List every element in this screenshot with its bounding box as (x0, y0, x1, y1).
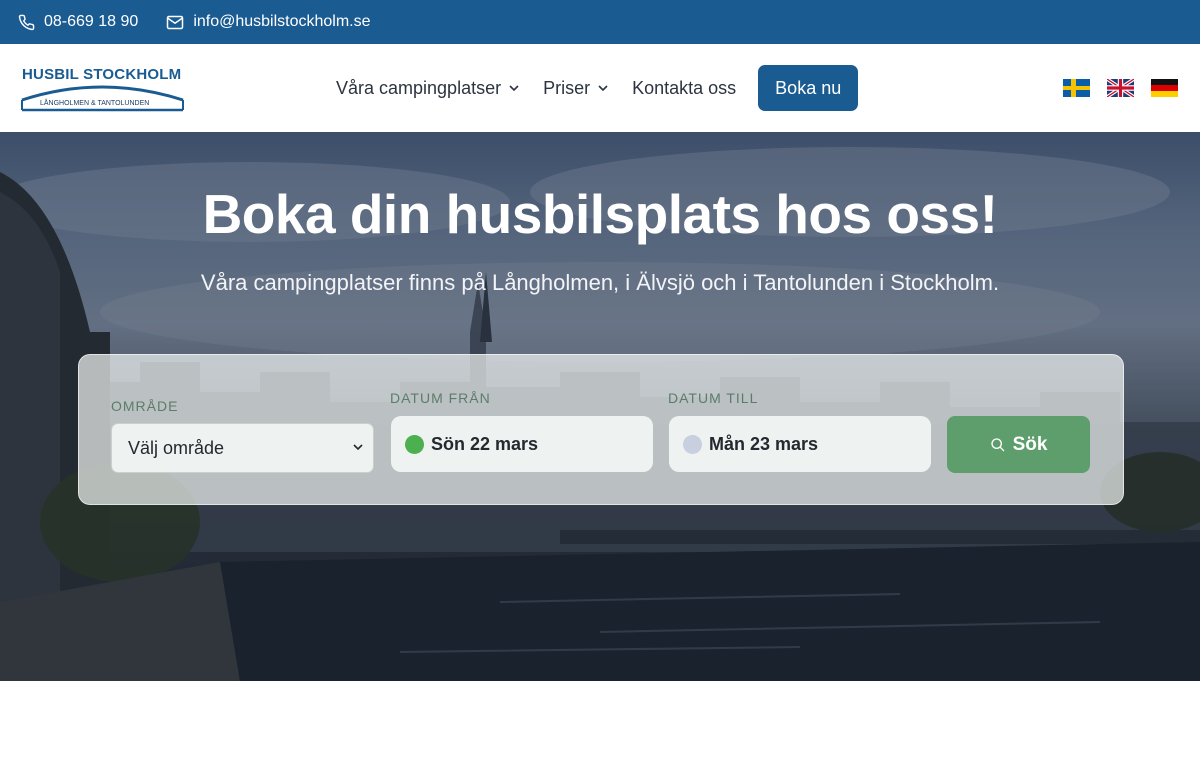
bridge-logo-icon (21, 85, 184, 112)
area-select-value: Välj område (128, 437, 225, 458)
phone-link[interactable]: 08-669 18 90 (18, 13, 138, 31)
start-date-dot-icon (405, 434, 424, 454)
search-icon (990, 437, 1005, 451)
area-label: OMRÅDE (111, 398, 179, 414)
hero-subtitle: Våra campingplatser finns på Långholmen,… (200, 270, 1000, 295)
date-from-field[interactable]: Sön 22 mars (391, 416, 653, 472)
hero-section: Boka din husbilsplats hos oss! Våra camp… (0, 132, 1200, 681)
main-nav: Våra campingplatser Priser Kontakta oss … (336, 65, 859, 111)
german-flag-icon[interactable] (1151, 79, 1178, 97)
email-address: info@husbilstockholm.se (193, 13, 371, 30)
uk-flag-icon[interactable] (1107, 79, 1134, 97)
email-link[interactable]: info@husbilstockholm.se (166, 13, 371, 31)
site-header: HUSBIL STOCKHOLM LÅNGHOLMEN & TANTOLUNDE… (0, 44, 1200, 132)
language-switcher (1063, 79, 1195, 97)
nav-kontakta[interactable]: Kontakta oss (632, 78, 736, 99)
nav-campingplatser[interactable]: Våra campingplatser (336, 78, 519, 99)
contact-bar: 08-669 18 90 info@husbilstockholm.se (0, 0, 1200, 44)
date-to-label: DATUM TILL (668, 390, 759, 406)
date-from-label: DATUM FRÅN (390, 390, 491, 406)
book-now-button[interactable]: Boka nu (758, 65, 859, 111)
chevron-down-icon (598, 84, 608, 91)
chevron-down-icon (353, 444, 363, 451)
date-to-value: Mån 23 mars (709, 433, 819, 454)
nav-campingplatser-label: Våra campingplatser (336, 77, 502, 98)
logo-subtitle: LÅNGHOLMEN & TANTOLUNDEN (40, 100, 150, 107)
chevron-down-icon (509, 84, 519, 91)
search-button-label: Sök (1012, 433, 1048, 455)
date-to-field[interactable]: Mån 23 mars (669, 416, 931, 472)
site-logo[interactable]: HUSBIL STOCKHOLM LÅNGHOLMEN & TANTOLUNDE… (20, 66, 185, 112)
phone-number: 08-669 18 90 (44, 13, 139, 30)
swedish-flag-icon[interactable] (1063, 79, 1090, 97)
booking-search-form: OMRÅDE Välj område DATUM FRÅN Sön 22 mar… (78, 354, 1124, 505)
end-date-dot-icon (683, 434, 702, 454)
date-from-value: Sön 22 mars (431, 433, 539, 454)
phone-icon (18, 14, 35, 30)
nav-priser[interactable]: Priser (543, 78, 608, 99)
search-button[interactable]: Sök (947, 416, 1090, 473)
hero-title: Boka din husbilsplats hos oss! (202, 183, 998, 245)
nav-priser-label: Priser (543, 77, 591, 98)
area-select[interactable]: Välj område (111, 423, 374, 473)
nav-kontakta-label: Kontakta oss (632, 77, 737, 98)
mail-icon (167, 15, 184, 29)
book-now-label: Boka nu (775, 77, 842, 98)
